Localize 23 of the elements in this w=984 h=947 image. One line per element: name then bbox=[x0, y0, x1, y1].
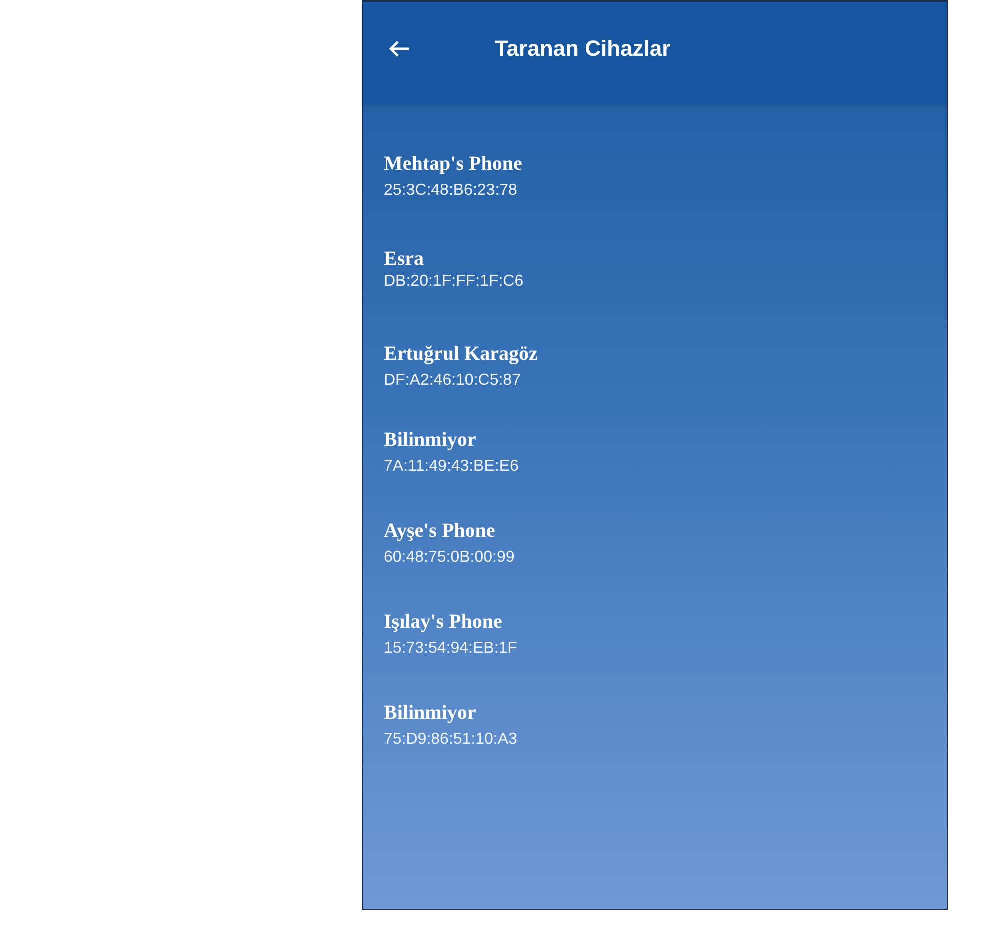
device-name: Mehtap's Phone bbox=[384, 152, 522, 176]
device-name: Esra bbox=[384, 247, 424, 271]
device-address: DF:A2:46:10:C5:87 bbox=[384, 371, 521, 391]
device-item[interactable]: Bilinmiyor 7A:11:49:43:BE:E6 bbox=[384, 428, 947, 519]
device-address: DB:20:1F:FF:1F:C6 bbox=[384, 272, 524, 292]
device-address: 75:D9:86:51:10:A3 bbox=[384, 730, 518, 750]
device-item[interactable]: Ayşe's Phone 60:48:75:0B:00:99 bbox=[384, 519, 947, 610]
device-name: Ertuğrul Karagöz bbox=[384, 342, 538, 366]
device-item[interactable]: Ertuğrul Karagöz DF:A2:46:10:C5:87 bbox=[384, 342, 947, 428]
device-item[interactable]: Işılay's Phone 15:73:54:94:EB:1F bbox=[384, 610, 947, 701]
device-name: Işılay's Phone bbox=[384, 610, 502, 634]
back-arrow-icon bbox=[388, 40, 410, 58]
device-name: Bilinmiyor bbox=[384, 701, 476, 725]
device-name: Ayşe's Phone bbox=[384, 519, 496, 543]
device-item[interactable]: Mehtap's Phone 25:3C:48:B6:23:78 bbox=[384, 152, 947, 247]
device-address: 15:73:54:94:EB:1F bbox=[384, 639, 518, 659]
device-address: 25:3C:48:B6:23:78 bbox=[384, 181, 518, 201]
device-name: Bilinmiyor bbox=[384, 428, 476, 452]
device-address: 60:48:75:0B:00:99 bbox=[384, 548, 515, 568]
screen-title: Taranan Cihazlar bbox=[495, 36, 671, 62]
device-item[interactable]: Bilinmiyor 75:D9:86:51:10:A3 bbox=[384, 701, 947, 792]
device-item[interactable]: Esra DB:20:1F:FF:1F:C6 bbox=[384, 247, 947, 342]
device-address: 7A:11:49:43:BE:E6 bbox=[384, 457, 519, 477]
